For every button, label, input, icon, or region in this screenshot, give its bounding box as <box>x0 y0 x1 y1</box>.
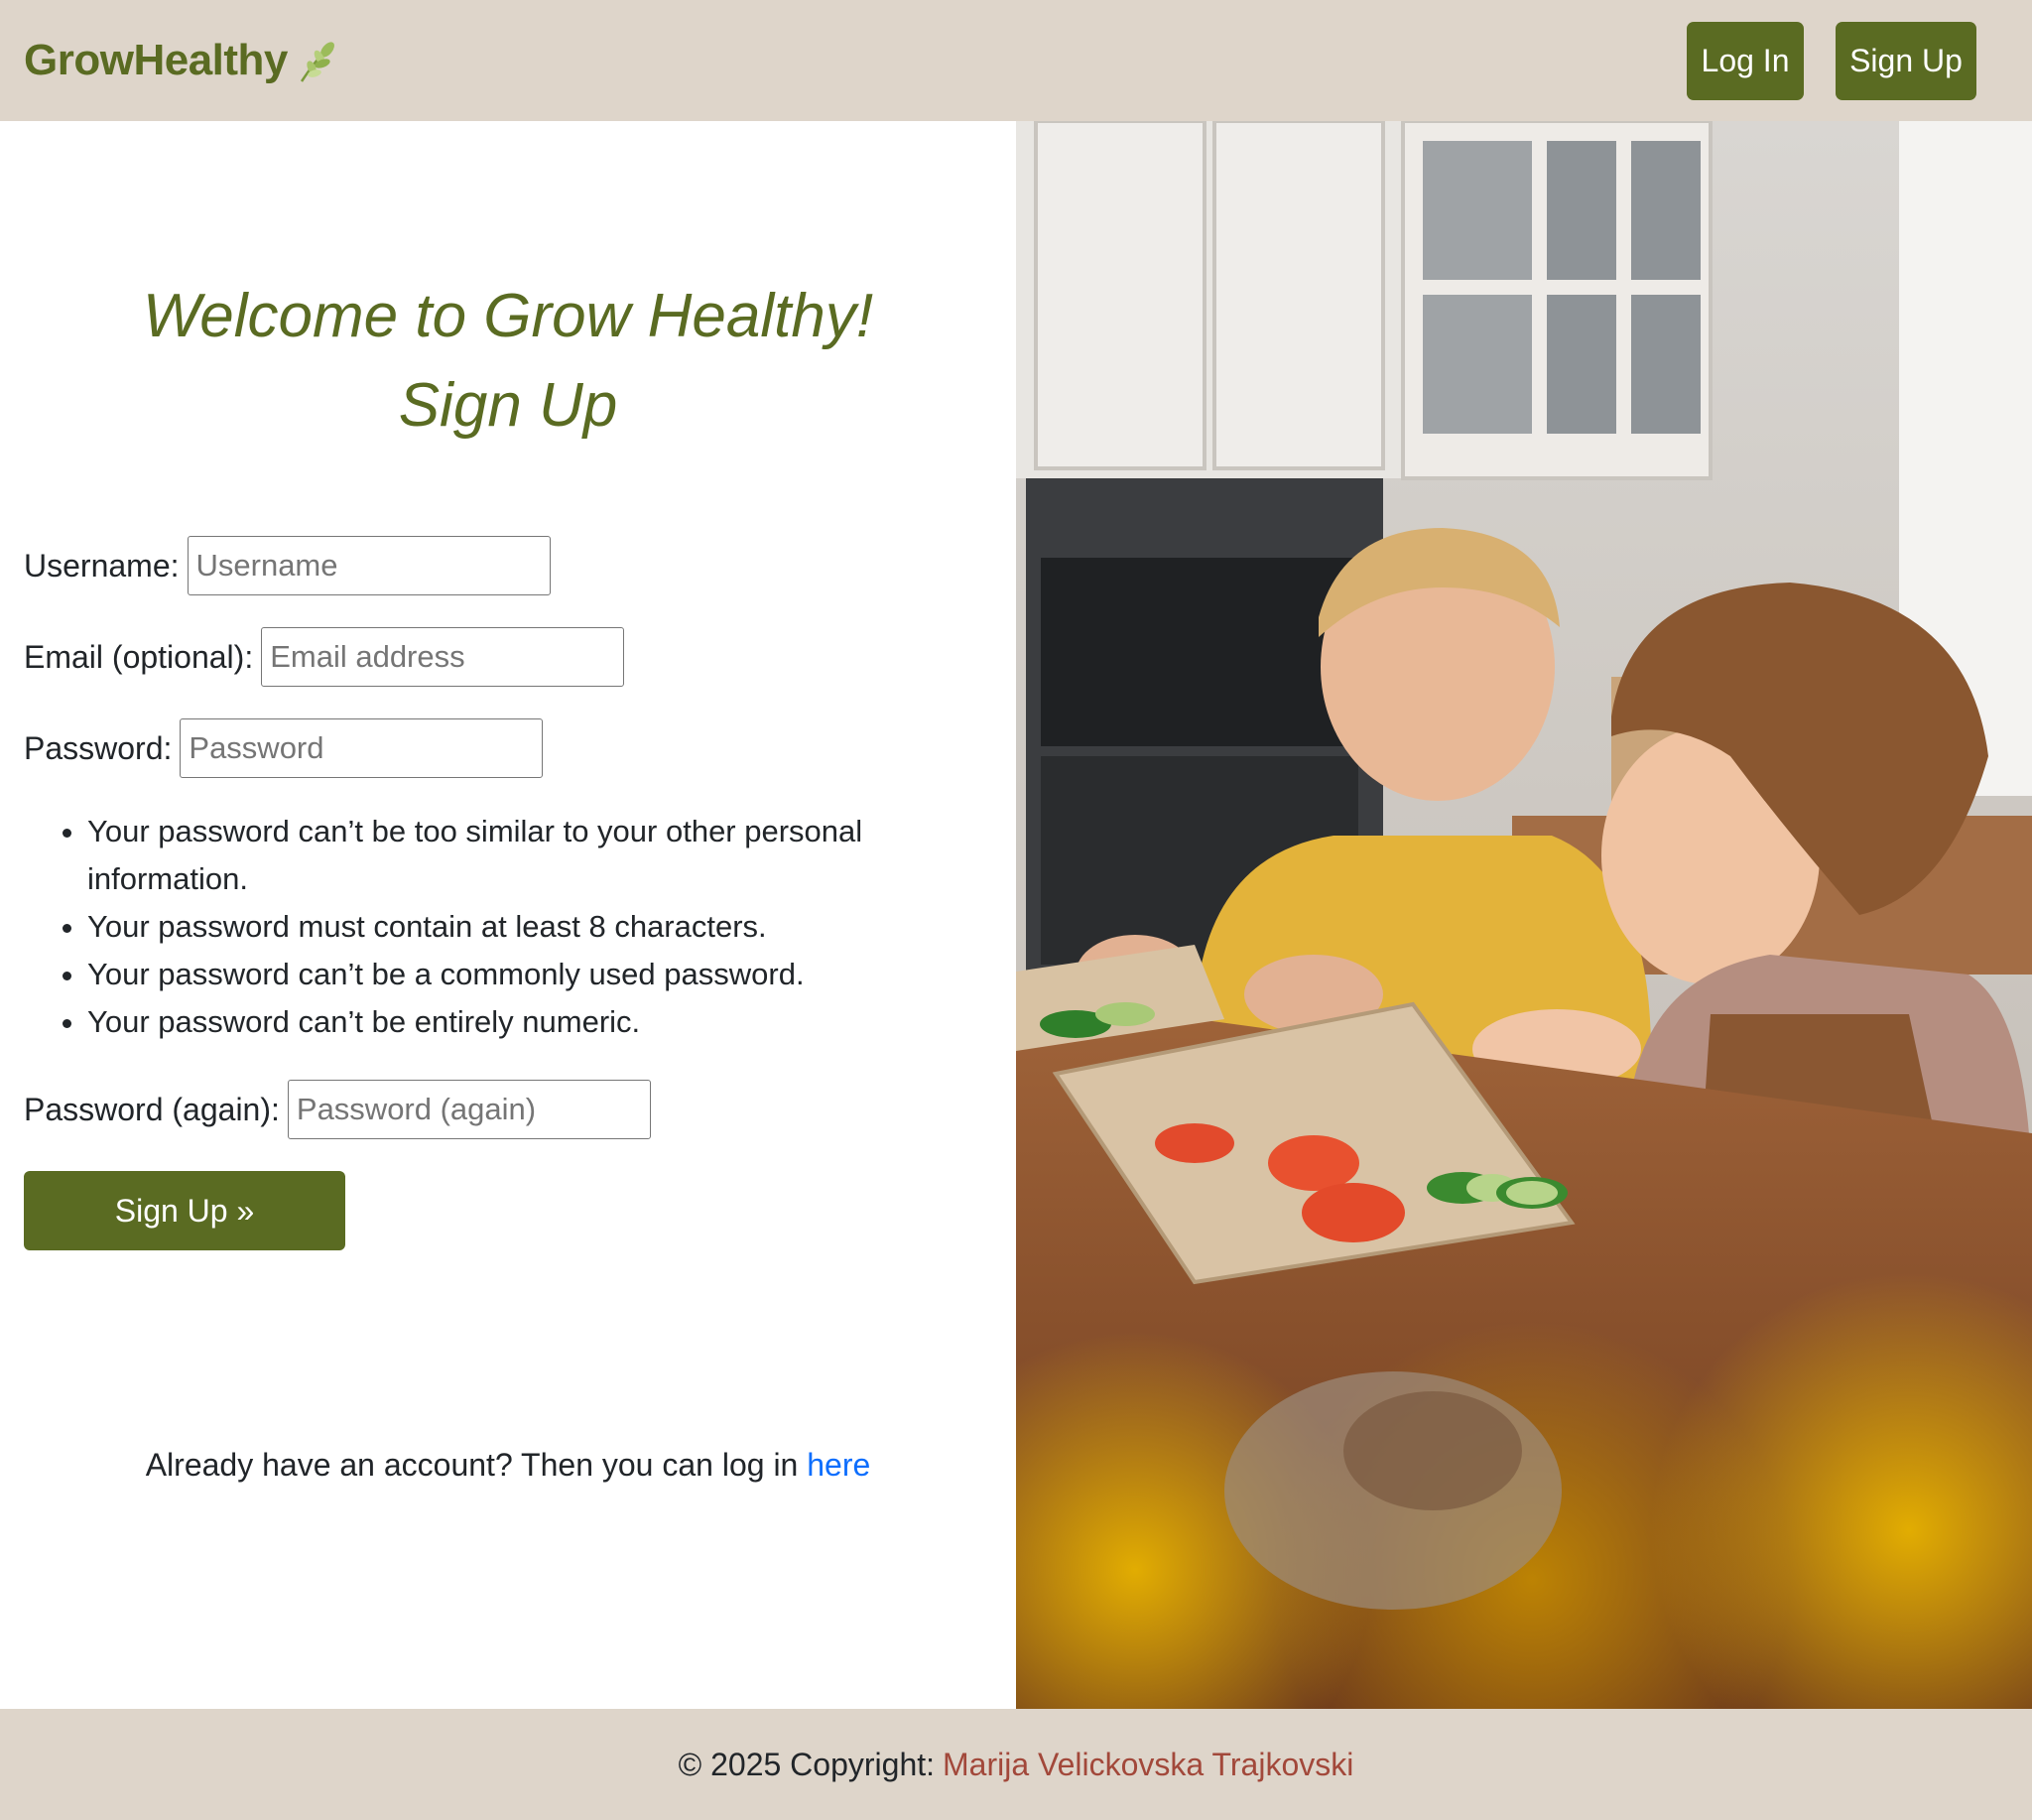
page-title: Welcome to Grow Healthy! <box>142 282 874 350</box>
password-again-row: Password (again): <box>24 1080 651 1139</box>
signup-submit-button[interactable]: Sign Up » <box>24 1171 345 1250</box>
password-label: Password: <box>24 729 173 766</box>
username-row: Username: <box>24 536 551 595</box>
password-help-item: Your password can’t be entirely numeric. <box>87 998 917 1046</box>
brand-logo[interactable]: GrowHealthy <box>24 28 339 93</box>
password-help-list: Your password can’t be too similar to yo… <box>24 808 917 1046</box>
password-help-item: Your password can’t be a commonly used p… <box>87 951 917 998</box>
username-label: Username: <box>24 547 180 584</box>
hero-illustration <box>1016 121 2032 1709</box>
login-link[interactable]: here <box>807 1447 870 1483</box>
footer: © 2025 Copyright: Marija Velickovska Tra… <box>0 1709 2032 1820</box>
password-row: Password: <box>24 718 544 778</box>
password-again-label: Password (again): <box>24 1091 280 1127</box>
email-label: Email (optional): <box>24 638 254 675</box>
kids-cooking-photo <box>1016 121 2032 1709</box>
leaf-icon <box>300 42 334 82</box>
signup-panel: Welcome to Grow Healthy! Sign Up Usernam… <box>0 121 1016 1709</box>
username-input[interactable] <box>187 536 551 595</box>
password-help-item: Your password can’t be too similar to yo… <box>87 808 917 903</box>
author-link[interactable]: Marija Velickovska Trajkovski <box>943 1747 1353 1783</box>
email-row: Email (optional): <box>24 627 625 687</box>
page-subtitle: Sign Up <box>398 371 618 440</box>
signup-nav-button[interactable]: Sign Up <box>1836 22 1976 100</box>
password-input[interactable] <box>180 718 544 778</box>
copyright-text: © 2025 Copyright: <box>678 1746 936 1782</box>
password-again-input[interactable] <box>287 1080 651 1139</box>
password-help-item: Your password must contain at least 8 ch… <box>87 903 917 951</box>
brand-name[interactable]: GrowHealthy <box>24 36 288 85</box>
login-prompt: Already have an account? Then you can lo… <box>0 1447 1016 1484</box>
login-prompt-text: Already have an account? Then you can lo… <box>145 1447 808 1483</box>
login-button[interactable]: Log In <box>1687 22 1804 100</box>
email-input[interactable] <box>261 627 625 687</box>
navbar: GrowHealthy Log In Sign Up <box>0 0 2032 121</box>
